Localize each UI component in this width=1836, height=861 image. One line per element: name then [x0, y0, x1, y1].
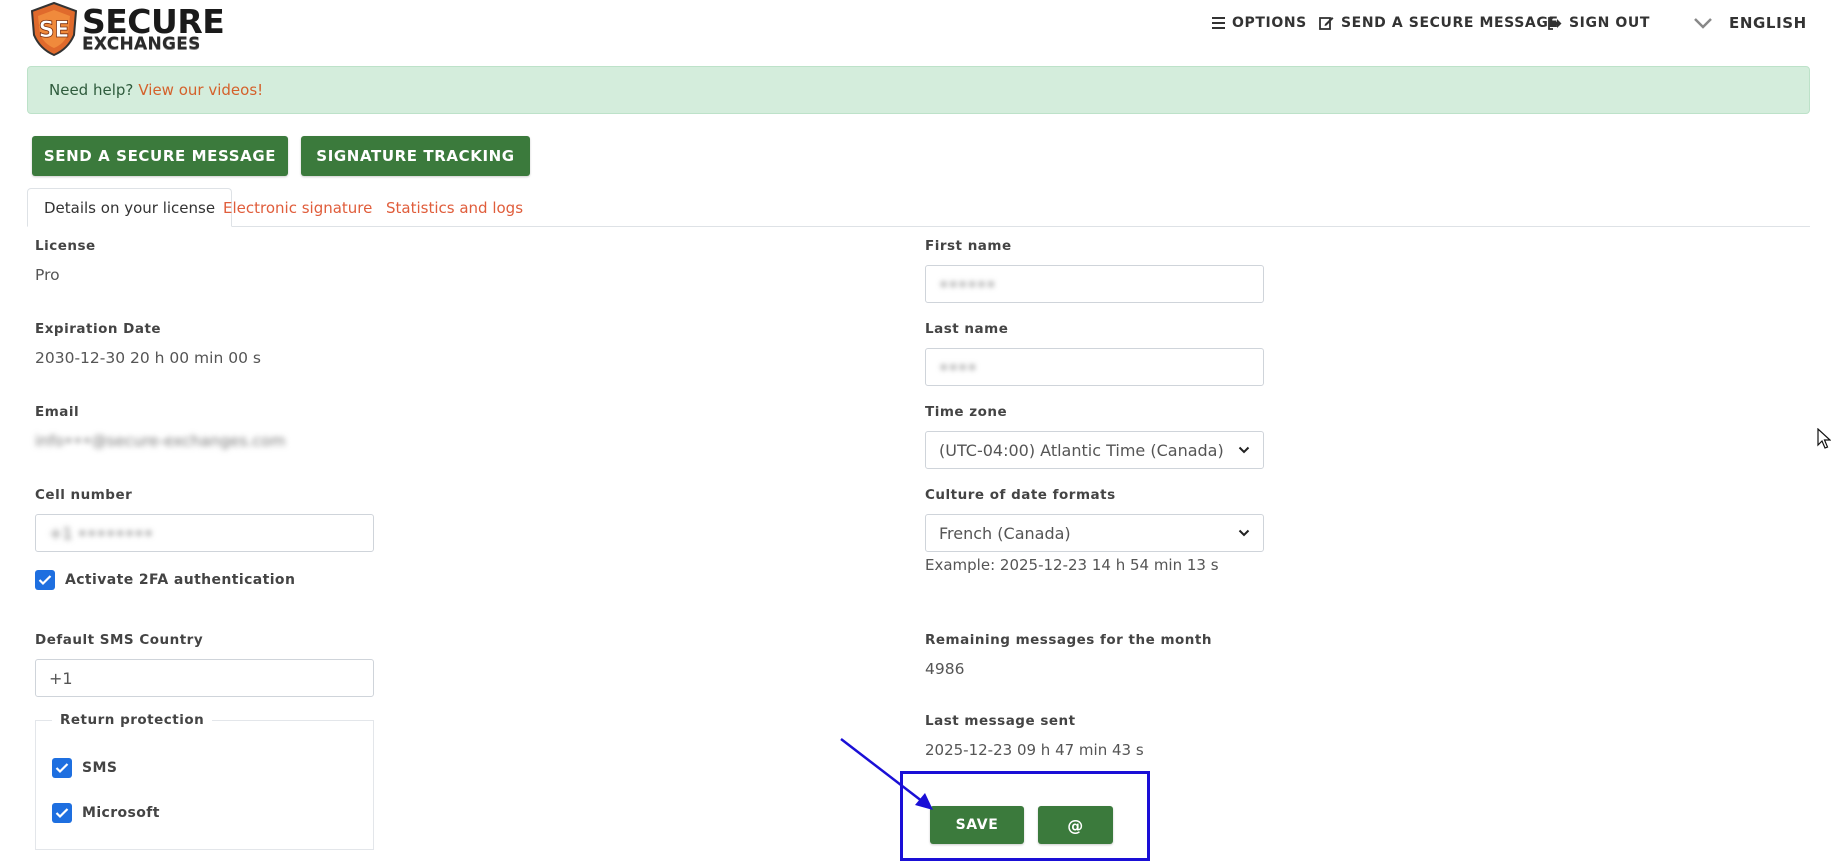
- language-label: ENGLISH: [1729, 14, 1807, 32]
- svg-text:SE: SE: [39, 18, 70, 43]
- nav-options[interactable]: OPTIONS: [1212, 12, 1307, 34]
- check-icon: [55, 763, 69, 774]
- culture-label: Culture of date formats: [925, 487, 1116, 503]
- chevron-down-icon: [1238, 446, 1250, 454]
- email-value: info•••@secure-exchanges.com: [35, 432, 286, 450]
- signature-tracking-button[interactable]: SIGNATURE TRACKING: [301, 136, 530, 176]
- twofa-row: Activate 2FA authentication: [35, 570, 295, 590]
- annotation-arrow: [840, 738, 933, 810]
- send-secure-message-button[interactable]: SEND A SECURE MESSAGE: [32, 136, 288, 176]
- brand-wordmark: SECURE EXCHANGES: [82, 5, 225, 53]
- culture-select[interactable]: French (Canada): [925, 514, 1264, 552]
- language-selector[interactable]: ENGLISH: [1693, 12, 1807, 34]
- nav-options-label: OPTIONS: [1232, 15, 1307, 31]
- sms-country-value: +1: [49, 668, 73, 688]
- last-name-input[interactable]: ••••: [925, 348, 1264, 386]
- twofa-label: Activate 2FA authentication: [65, 572, 296, 588]
- nav-sign-out[interactable]: SIGN OUT: [1548, 12, 1650, 34]
- edit-icon: [1319, 17, 1334, 30]
- tab-electronic-signature[interactable]: Electronic signature: [207, 188, 388, 227]
- cell-number-value: +1 ••••••••: [49, 523, 154, 543]
- sms-country-input[interactable]: +1: [35, 659, 374, 697]
- tab-statistics-logs[interactable]: Statistics and logs: [370, 188, 539, 227]
- sms-country-label: Default SMS Country: [35, 632, 204, 648]
- list-icon: [1212, 17, 1225, 29]
- check-icon: [38, 575, 52, 586]
- nav-send-secure-label: SEND A SECURE MESSAGE: [1341, 15, 1559, 31]
- nav-send-secure-message[interactable]: SEND A SECURE MESSAGE: [1319, 12, 1559, 34]
- secure-exchanges-logo: SE: [30, 1, 78, 57]
- expiration-value: 2030-12-30 20 h 00 min 00 s: [35, 349, 261, 367]
- view-videos-link[interactable]: View our videos!: [138, 81, 263, 99]
- return-protection-group: [35, 720, 374, 850]
- chevron-down-icon: [1238, 529, 1250, 537]
- last-name-value: ••••: [939, 357, 977, 377]
- cell-number-input[interactable]: +1 ••••••••: [35, 514, 374, 552]
- license-value: Pro: [35, 266, 60, 284]
- chevron-down-icon: [1694, 18, 1712, 29]
- sign-out-icon: [1548, 16, 1562, 30]
- sms-protection-row: SMS: [52, 758, 117, 778]
- first-name-label: First name: [925, 238, 1012, 254]
- sms-protection-label: SMS: [82, 760, 118, 776]
- email-label: Email: [35, 404, 80, 420]
- microsoft-protection-checkbox[interactable]: [52, 803, 72, 823]
- timezone-value: (UTC-04:00) Atlantic Time (Canada): [939, 440, 1224, 460]
- sms-protection-checkbox[interactable]: [52, 758, 72, 778]
- help-text: Need help?: [49, 81, 134, 99]
- last-name-label: Last name: [925, 321, 1009, 337]
- mouse-cursor-icon: [1817, 428, 1831, 449]
- last-message-value: 2025-12-23 09 h 47 min 43 s: [925, 741, 1144, 759]
- remaining-messages-value: 4986: [925, 660, 965, 678]
- culture-example: Example: 2025-12-23 14 h 54 min 13 s: [925, 556, 1219, 574]
- license-label: License: [35, 238, 96, 254]
- first-name-value: ••••••: [939, 274, 996, 294]
- timezone-label: Time zone: [925, 404, 1008, 420]
- brand-logo[interactable]: SE SECURE EXCHANGES: [28, 1, 228, 57]
- return-protection-legend: Return protection: [52, 712, 213, 728]
- tab-license-details[interactable]: Details on your license: [27, 188, 233, 227]
- microsoft-protection-row: Microsoft: [52, 803, 160, 823]
- first-name-input[interactable]: ••••••: [925, 265, 1264, 303]
- culture-value: French (Canada): [939, 523, 1071, 543]
- help-alert: Need help? View our videos!: [27, 66, 1810, 114]
- twofa-checkbox[interactable]: [35, 570, 55, 590]
- nav-sign-out-label: SIGN OUT: [1569, 15, 1650, 31]
- microsoft-protection-label: Microsoft: [82, 805, 160, 821]
- check-icon: [55, 808, 69, 819]
- expiration-label: Expiration Date: [35, 321, 162, 337]
- last-message-label: Last message sent: [925, 713, 1076, 729]
- cell-number-label: Cell number: [35, 487, 133, 503]
- remaining-messages-label: Remaining messages for the month: [925, 632, 1212, 648]
- timezone-select[interactable]: (UTC-04:00) Atlantic Time (Canada): [925, 431, 1264, 469]
